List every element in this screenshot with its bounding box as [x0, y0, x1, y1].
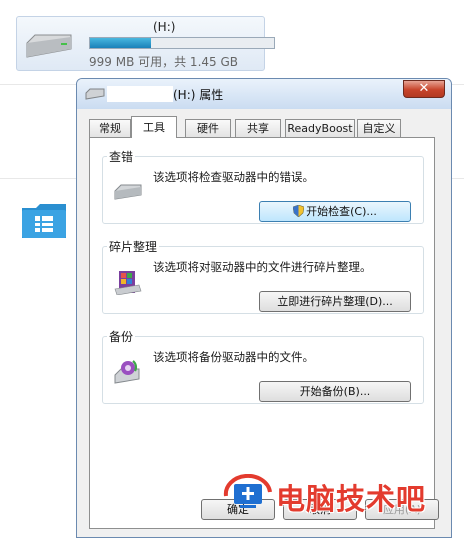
group-defrag: 碎片整理 该选项将对驱动器中的文件进行碎片整理。 立即进行碎片整理(D)...	[102, 238, 424, 314]
start-check-button[interactable]: 开始检查(C)...	[259, 201, 411, 222]
tab-sharing[interactable]: 共享	[235, 119, 281, 137]
group-title: 碎片整理	[107, 238, 160, 255]
dialog-title: (H:) 属性	[173, 88, 224, 102]
group-description: 该选项将对驱动器中的文件进行碎片整理。	[153, 260, 372, 274]
drive-usage-bar	[89, 37, 275, 49]
group-title: 查错	[107, 148, 136, 165]
folder-icon[interactable]	[20, 202, 68, 240]
redacted-label	[107, 86, 173, 102]
properties-dialog: (H:) 属性 ✕ 常规 工具 硬件 共享 ReadyBoost 自定义 查错 …	[76, 78, 452, 538]
drive-title: (H:)	[153, 20, 176, 34]
backup-icon	[114, 360, 140, 384]
defrag-now-button[interactable]: 立即进行碎片整理(D)...	[259, 291, 411, 312]
drive-capacity: 999 MB 可用，共 1.45 GB	[89, 55, 238, 69]
defrag-icon	[114, 271, 142, 295]
tools-panel: 查错 该选项将检查驱动器中的错误。 开始检查(C)... 碎片整理 该选项将对驱…	[89, 137, 435, 529]
close-button[interactable]: ✕	[403, 80, 445, 98]
watermark-logo-icon	[223, 474, 272, 508]
drive-small-icon	[85, 88, 105, 100]
group-title: 备份	[107, 328, 136, 345]
group-description: 该选项将检查驱动器中的错误。	[153, 170, 314, 184]
tab-general[interactable]: 常规	[89, 119, 131, 137]
group-description: 该选项将备份驱动器中的文件。	[153, 350, 314, 364]
group-error-check: 查错 该选项将检查驱动器中的错误。 开始检查(C)...	[102, 148, 424, 224]
start-check-label: 开始检查(C)...	[306, 205, 377, 218]
tab-tools[interactable]: 工具	[131, 116, 177, 138]
drive-check-icon	[114, 184, 142, 200]
watermark: 电脑技术吧	[222, 472, 464, 516]
start-backup-button[interactable]: 开始备份(B)...	[259, 381, 411, 402]
tab-hardware[interactable]: 硬件	[185, 119, 231, 137]
drive-icon	[26, 34, 72, 58]
shield-icon	[293, 205, 305, 217]
group-backup: 备份 该选项将备份驱动器中的文件。 开始备份(B)...	[102, 328, 424, 404]
dialog-titlebar[interactable]: (H:) 属性 ✕	[77, 79, 451, 109]
tab-readyboost[interactable]: ReadyBoost	[285, 119, 355, 137]
watermark-text: 电脑技术吧	[276, 482, 427, 516]
drive-tile-h[interactable]: (H:) 999 MB 可用，共 1.45 GB	[16, 16, 275, 71]
drive-usage-fill	[90, 38, 151, 48]
tab-customize[interactable]: 自定义	[357, 119, 401, 137]
